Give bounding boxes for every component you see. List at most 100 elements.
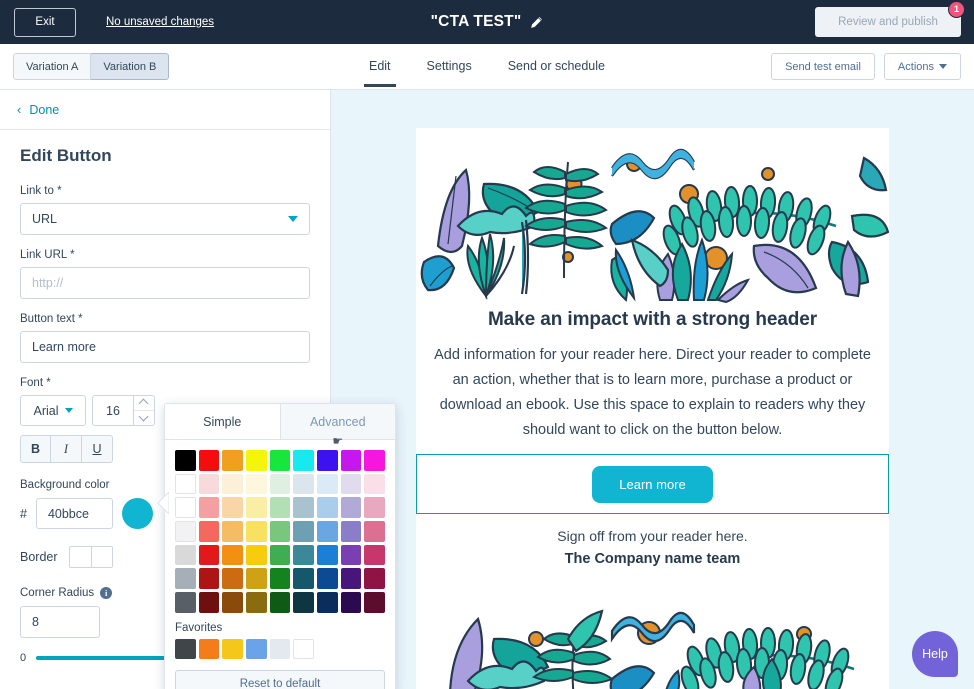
bold-button[interactable]: B (20, 435, 51, 463)
italic-button[interactable]: I (51, 435, 82, 463)
link-to-select[interactable]: URL (20, 203, 310, 235)
stepper-increment-button[interactable] (134, 396, 154, 410)
color-swatch-1-0[interactable] (175, 474, 196, 495)
stepper-decrement-button[interactable] (134, 410, 154, 425)
color-swatch-0-6[interactable] (317, 450, 338, 471)
unsaved-changes-link[interactable]: No unsaved changes (106, 16, 214, 28)
color-swatch-1-1[interactable] (199, 474, 220, 495)
color-swatch-2-1[interactable] (199, 497, 220, 518)
font-size-stepper[interactable]: 16 (92, 395, 155, 426)
color-swatch-3-0[interactable] (175, 521, 196, 542)
help-button[interactable]: Help (912, 631, 958, 677)
color-swatch-5-4[interactable] (270, 568, 291, 589)
link-url-input[interactable]: http:// (20, 267, 310, 299)
color-swatch-2-4[interactable] (270, 497, 291, 518)
font-size-value[interactable]: 16 (93, 396, 133, 425)
tab-settings[interactable]: Settings (427, 59, 472, 87)
color-swatch-1-3[interactable] (246, 474, 267, 495)
color-swatch-0-4[interactable] (270, 450, 291, 471)
color-swatch-0-3[interactable] (246, 450, 267, 471)
color-swatch-6-5[interactable] (293, 592, 314, 613)
background-color-input[interactable]: 40bbce (36, 498, 113, 529)
color-swatch-4-1[interactable] (199, 545, 220, 566)
color-swatch-3-5[interactable] (293, 521, 314, 542)
color-picker-tab-simple[interactable]: Simple (165, 404, 280, 440)
color-swatch-6-2[interactable] (222, 592, 243, 613)
color-swatch-2-7[interactable] (341, 497, 362, 518)
favorite-swatch-0[interactable] (175, 639, 196, 660)
color-swatch-5-6[interactable] (317, 568, 338, 589)
color-swatch-2-6[interactable] (317, 497, 338, 518)
color-swatch-5-7[interactable] (341, 568, 362, 589)
panel-back-row[interactable]: ‹ Done (0, 90, 330, 130)
color-swatch-2-8[interactable] (364, 497, 385, 518)
color-swatch-3-3[interactable] (246, 521, 267, 542)
color-swatch-0-5[interactable] (293, 450, 314, 471)
color-swatch-0-0[interactable] (175, 450, 196, 471)
color-swatch-1-2[interactable] (222, 474, 243, 495)
color-swatch-4-5[interactable] (293, 545, 314, 566)
button-text-input[interactable]: Learn more (20, 331, 310, 363)
send-test-email-button[interactable]: Send test email (771, 53, 875, 80)
color-swatch-3-8[interactable] (364, 521, 385, 542)
color-swatch-1-6[interactable] (317, 474, 338, 495)
color-swatch-3-1[interactable] (199, 521, 220, 542)
corner-radius-input[interactable]: 8 (20, 606, 100, 638)
color-swatch-3-7[interactable] (341, 521, 362, 542)
color-swatch-6-4[interactable] (270, 592, 291, 613)
underline-button[interactable]: U (82, 435, 113, 463)
border-toggle[interactable] (69, 546, 113, 568)
color-swatch-5-8[interactable] (364, 568, 385, 589)
color-swatch-2-5[interactable] (293, 497, 314, 518)
color-swatch-6-8[interactable] (364, 592, 385, 613)
color-swatch-6-6[interactable] (317, 592, 338, 613)
info-icon[interactable]: i (100, 587, 112, 599)
pencil-icon[interactable] (530, 16, 543, 29)
tab-send-or-schedule[interactable]: Send or schedule (508, 59, 605, 87)
actions-dropdown-button[interactable]: Actions (884, 53, 961, 80)
color-swatch-3-4[interactable] (270, 521, 291, 542)
color-swatch-4-8[interactable] (364, 545, 385, 566)
color-swatch-0-8[interactable] (364, 450, 385, 471)
favorite-swatch-3[interactable] (246, 639, 267, 660)
tab-edit[interactable]: Edit (369, 59, 391, 87)
font-family-select[interactable]: Arial (20, 395, 86, 426)
color-swatch-5-1[interactable] (199, 568, 220, 589)
favorite-swatch-5[interactable] (293, 639, 314, 660)
color-swatch-0-1[interactable] (199, 450, 220, 471)
cta-button[interactable]: Learn more (592, 466, 712, 503)
color-swatch-0-7[interactable] (341, 450, 362, 471)
color-picker-tab-advanced[interactable]: Advanced ☛ (280, 404, 396, 440)
reset-to-default-button[interactable]: Reset to default (175, 670, 385, 689)
cta-module-selected[interactable]: Learn more (416, 454, 889, 514)
color-swatch-5-2[interactable] (222, 568, 243, 589)
color-swatch-4-3[interactable] (246, 545, 267, 566)
color-swatch-1-4[interactable] (270, 474, 291, 495)
color-swatch-4-4[interactable] (270, 545, 291, 566)
color-swatch-2-3[interactable] (246, 497, 267, 518)
favorite-swatch-2[interactable] (222, 639, 243, 660)
background-color-swatch[interactable] (122, 498, 153, 529)
color-swatch-6-7[interactable] (341, 592, 362, 613)
color-swatch-3-6[interactable] (317, 521, 338, 542)
color-swatch-6-1[interactable] (199, 592, 220, 613)
color-swatch-1-7[interactable] (341, 474, 362, 495)
color-swatch-5-3[interactable] (246, 568, 267, 589)
color-swatch-4-0[interactable] (175, 545, 196, 566)
color-swatch-4-6[interactable] (317, 545, 338, 566)
color-swatch-6-3[interactable] (246, 592, 267, 613)
favorite-swatch-1[interactable] (199, 639, 220, 660)
color-swatch-6-0[interactable] (175, 592, 196, 613)
review-and-publish-button[interactable]: Review and publish (815, 7, 961, 37)
color-swatch-0-2[interactable] (222, 450, 243, 471)
color-swatch-3-2[interactable] (222, 521, 243, 542)
favorite-swatch-4[interactable] (270, 639, 291, 660)
color-swatch-5-0[interactable] (175, 568, 196, 589)
color-swatch-2-2[interactable] (222, 497, 243, 518)
color-swatch-4-2[interactable] (222, 545, 243, 566)
color-swatch-1-8[interactable] (364, 474, 385, 495)
color-swatch-5-5[interactable] (293, 568, 314, 589)
exit-button[interactable]: Exit (14, 8, 76, 37)
done-button[interactable]: Done (29, 103, 59, 117)
color-swatch-4-7[interactable] (341, 545, 362, 566)
